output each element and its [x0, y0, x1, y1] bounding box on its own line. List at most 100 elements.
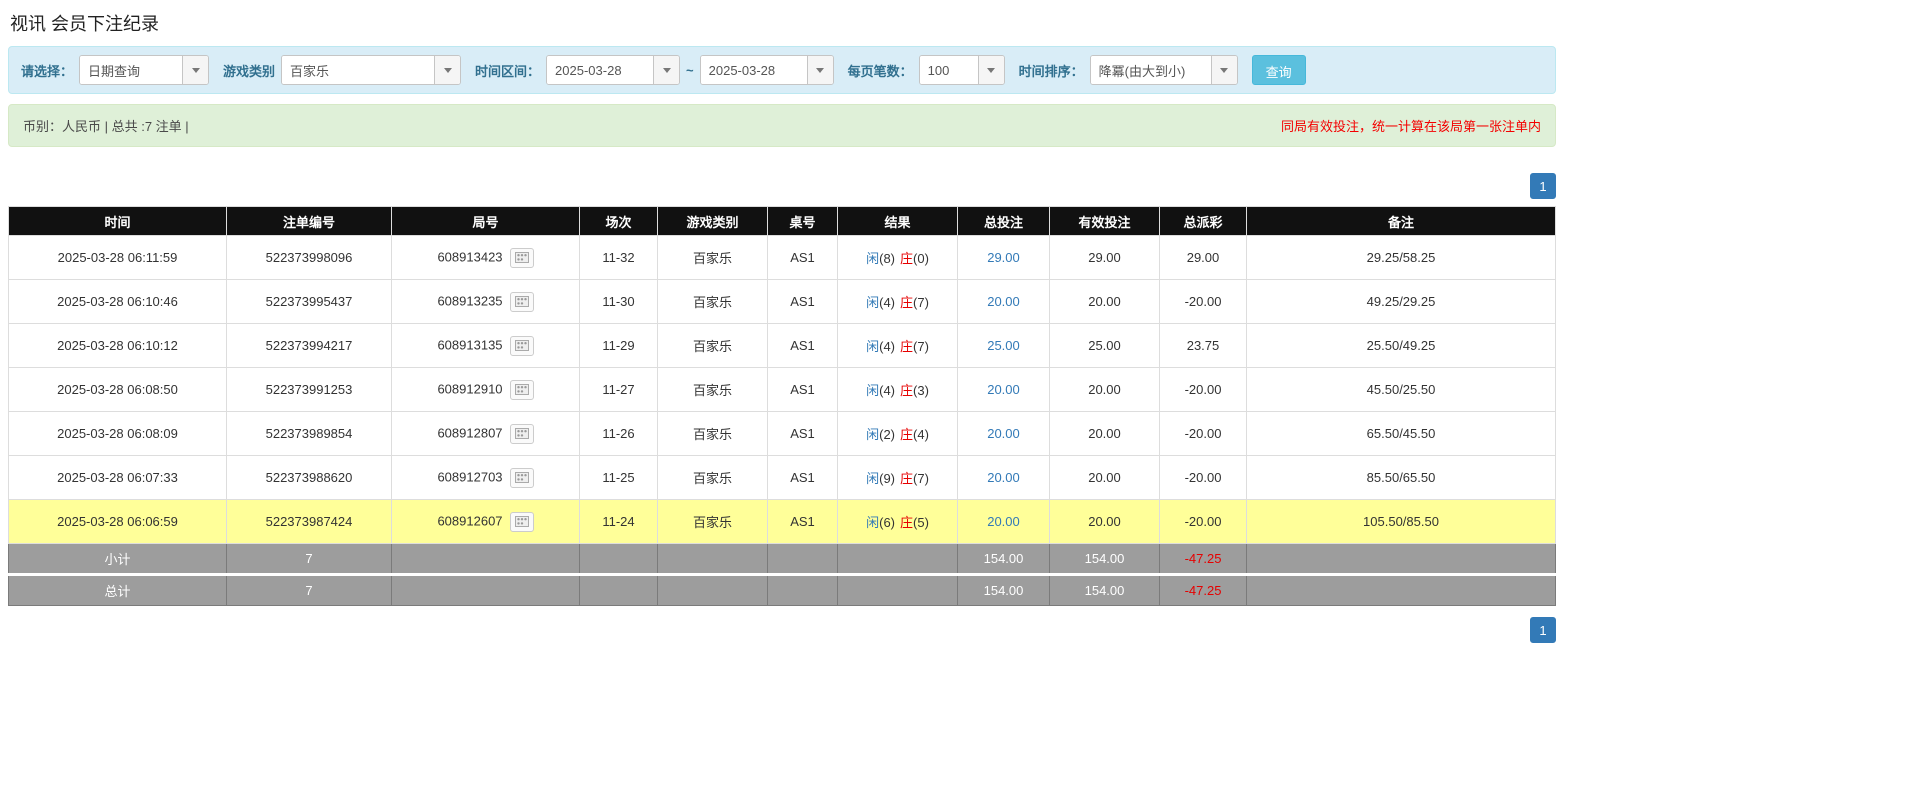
summary-valid-bet: 154.00 [1049, 573, 1160, 606]
records-body: 2025-03-28 06:11:59 522373998096 6089134… [8, 235, 1556, 606]
page-size-input[interactable] [919, 56, 978, 84]
cell-total-bet: 20.00 [957, 279, 1050, 324]
cell-total-bet: 25.00 [957, 323, 1050, 368]
date-to-input[interactable] [700, 56, 807, 84]
summary-total-bet: 154.00 [957, 543, 1050, 575]
result-player-count: (2) [879, 427, 895, 442]
round-detail-icon[interactable] [509, 247, 534, 268]
cell-game-type: 百家乐 [657, 499, 768, 544]
cell-remark: 29.25/58.25 [1246, 235, 1556, 280]
total-bet-link[interactable]: 20.00 [987, 470, 1020, 485]
summary-valid-bet: 154.00 [1049, 543, 1160, 575]
date-from-dropdown-button[interactable] [653, 56, 680, 84]
total-bet-link[interactable]: 20.00 [987, 426, 1020, 441]
summary-payout: -47.25 [1159, 573, 1247, 606]
cell-payout: 23.75 [1159, 323, 1247, 368]
round-id-text: 608913235 [437, 292, 503, 308]
summary-bar: 币别：人民币 | 总共 :7 注单 | 同局有效投注，统一计算在该局第一张注单内 [8, 104, 1556, 147]
chevron-down-icon [662, 67, 671, 73]
table-row: 2025-03-28 06:11:59 522373998096 6089134… [8, 235, 1556, 280]
round-id-text: 608913423 [437, 248, 503, 264]
cell-bet-id: 522373998096 [226, 235, 392, 280]
cell-session: 11-27 [579, 367, 658, 412]
table-row: 2025-03-28 06:07:33 522373988620 6089127… [8, 455, 1556, 500]
total-bet-link[interactable]: 29.00 [987, 250, 1020, 265]
date-to-combo [699, 55, 834, 85]
cell-result: 闲(4) 庄(7) [837, 279, 958, 324]
cell-valid-bet: 29.00 [1049, 235, 1160, 280]
result-banker-count: (7) [913, 339, 929, 354]
sort-dropdown-button[interactable] [1210, 56, 1237, 84]
summary-total-bet: 154.00 [957, 573, 1050, 606]
column-header: 游戏类别 [657, 206, 768, 236]
pagination-bottom: 1 [8, 617, 1556, 643]
query-type-input[interactable] [80, 56, 183, 84]
date-to-dropdown-button[interactable] [806, 56, 833, 84]
column-header: 结果 [837, 206, 958, 236]
result-player-count: (4) [879, 339, 895, 354]
cell-session: 11-24 [579, 499, 658, 544]
cell-payout: 29.00 [1159, 235, 1247, 280]
cell-round-id: 608913235 [391, 279, 580, 324]
summary-label: 总计 [8, 573, 227, 606]
chevron-down-icon [1220, 67, 1229, 73]
game-type-input[interactable] [282, 56, 435, 84]
pagination-top: 1 [8, 173, 1556, 199]
sort-combo [1089, 55, 1238, 85]
total-bet-link[interactable]: 20.00 [987, 514, 1020, 529]
sort-input[interactable] [1090, 56, 1211, 84]
round-id-text: 608912607 [437, 512, 503, 528]
cell-time: 2025-03-28 06:10:46 [8, 279, 227, 324]
game-type-dropdown-button[interactable] [434, 56, 461, 84]
summary-row: 总计 7 154.00 154.00 -47.25 [8, 573, 1556, 606]
cell-time: 2025-03-28 06:11:59 [8, 235, 227, 280]
cell-bet-id: 522373991253 [226, 367, 392, 412]
cell-remark: 25.50/49.25 [1246, 323, 1556, 368]
round-detail-icon[interactable] [509, 511, 534, 532]
pagination-page-1[interactable]: 1 [1530, 173, 1556, 199]
cell-remark: 45.50/25.50 [1246, 367, 1556, 412]
chevron-down-icon [443, 67, 452, 73]
query-type-dropdown-button[interactable] [182, 56, 209, 84]
cell-result: 闲(9) 庄(7) [837, 455, 958, 500]
select-label: 请选择： [21, 63, 74, 79]
result-player-label: 闲 [866, 427, 880, 442]
result-player-label: 闲 [866, 339, 880, 354]
cell-total-bet: 20.00 [957, 499, 1050, 544]
round-detail-icon[interactable] [509, 291, 534, 312]
cell-game-type: 百家乐 [657, 279, 768, 324]
cell-table-no: AS1 [767, 499, 838, 544]
result-player-label: 闲 [866, 295, 880, 310]
search-button[interactable]: 查询 [1251, 55, 1306, 85]
summary-row: 小计 7 154.00 154.00 -47.25 [8, 543, 1556, 575]
round-detail-icon[interactable] [509, 423, 534, 444]
result-player-label: 闲 [866, 251, 880, 266]
page-size-dropdown-button[interactable] [977, 56, 1004, 84]
total-bet-link[interactable]: 20.00 [987, 382, 1020, 397]
cell-round-id: 608912910 [391, 367, 580, 412]
cell-result: 闲(4) 庄(7) [837, 323, 958, 368]
result-banker-label: 庄 [900, 295, 914, 310]
cell-session: 11-26 [579, 411, 658, 456]
result-player-label: 闲 [866, 471, 880, 486]
result-player-label: 闲 [866, 383, 880, 398]
round-detail-icon[interactable] [509, 335, 534, 356]
chevron-down-icon [191, 67, 200, 73]
result-banker-label: 庄 [900, 515, 914, 530]
round-detail-icon[interactable] [509, 467, 534, 488]
total-bet-link[interactable]: 20.00 [987, 294, 1020, 309]
pagination-page-1[interactable]: 1 [1530, 617, 1556, 643]
round-id-text: 608912910 [437, 380, 503, 396]
cell-time: 2025-03-28 06:08:09 [8, 411, 227, 456]
result-player-count: (9) [879, 471, 895, 486]
date-from-input[interactable] [547, 56, 654, 84]
round-detail-icon[interactable] [509, 379, 534, 400]
cell-table-no: AS1 [767, 279, 838, 324]
game-type-combo [281, 55, 462, 85]
cell-total-bet: 29.00 [957, 235, 1050, 280]
total-bet-link[interactable]: 25.00 [987, 338, 1020, 353]
cell-round-id: 608912703 [391, 455, 580, 500]
cell-result: 闲(6) 庄(5) [837, 499, 958, 544]
cell-time: 2025-03-28 06:10:12 [8, 323, 227, 368]
result-player-label: 闲 [866, 515, 880, 530]
